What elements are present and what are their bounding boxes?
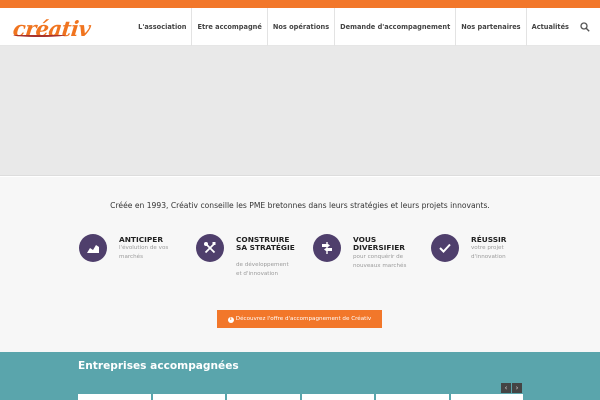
discover-offer-button[interactable]: i Découvrez l'offre d'accompagnement de C… bbox=[217, 310, 382, 328]
company-card[interactable] bbox=[152, 394, 225, 400]
company-card[interactable] bbox=[227, 394, 300, 400]
feature-diversifier: VOUS DIVERSIFIER pour conquérir de nouve… bbox=[313, 234, 428, 294]
nav-item-nos-partenaires[interactable]: Nos partenaires bbox=[455, 8, 525, 46]
company-carousel bbox=[78, 394, 523, 400]
carousel-next-button[interactable]: › bbox=[512, 383, 522, 393]
feature-title: VOUS DIVERSIFIER bbox=[353, 235, 405, 253]
logo-swoosh bbox=[13, 33, 66, 37]
site-logo[interactable]: créativ bbox=[12, 16, 92, 41]
intro-section: Créée en 1993, Créativ conseille les PME… bbox=[0, 177, 600, 352]
check-icon bbox=[431, 234, 459, 262]
search-icon[interactable] bbox=[580, 22, 590, 32]
cta-label: Découvrez l'offre d'accompagnement de Cr… bbox=[235, 316, 372, 322]
chart-icon bbox=[79, 234, 107, 262]
feature-desc: l'évolution de vos marchés bbox=[119, 245, 169, 261]
feature-construire: CONSTRUIRE SA STRATÉGIE de développement… bbox=[196, 234, 311, 294]
companies-section: Entreprises accompagnées ‹ › bbox=[0, 352, 600, 400]
nav-item-etre-accompagne[interactable]: Etre accompagné bbox=[191, 8, 266, 46]
feature-desc: votre projet d'innovation bbox=[471, 245, 506, 261]
signpost-icon bbox=[313, 234, 341, 262]
main-nav: L'association Etre accompagné Nos opérat… bbox=[133, 8, 574, 46]
hero-banner bbox=[0, 46, 600, 176]
intro-text: Créée en 1993, Créativ conseille les PME… bbox=[110, 201, 490, 210]
feature-reussir: RÉUSSIR votre projet d'innovation bbox=[431, 234, 546, 294]
feature-desc: de développement et d'innovation bbox=[236, 262, 289, 278]
tools-icon bbox=[196, 234, 224, 262]
company-card[interactable] bbox=[376, 394, 449, 400]
feature-anticiper: ANTICIPER l'évolution de vos marchés bbox=[79, 234, 194, 294]
feature-desc: pour conquérir de nouveaux marchés bbox=[353, 254, 407, 270]
nav-item-actualites[interactable]: Actualités bbox=[525, 8, 574, 46]
top-accent-bar bbox=[0, 0, 600, 8]
companies-title: Entreprises accompagnées bbox=[78, 360, 239, 372]
feature-title: CONSTRUIRE SA STRATÉGIE bbox=[236, 235, 295, 253]
company-card[interactable] bbox=[450, 394, 523, 400]
company-card[interactable] bbox=[301, 394, 374, 400]
logo-text: créativ bbox=[11, 16, 92, 41]
company-card[interactable] bbox=[78, 394, 151, 400]
nav-item-nos-operations[interactable]: Nos opérations bbox=[266, 8, 334, 46]
nav-item-demande-accompagnement[interactable]: Demande d'accompagnement bbox=[334, 8, 455, 46]
info-icon: i bbox=[227, 317, 234, 323]
nav-item-association[interactable]: L'association bbox=[133, 8, 191, 46]
carousel-prev-button[interactable]: ‹ bbox=[501, 383, 511, 393]
site-header: créativ L'association Etre accompagné No… bbox=[0, 8, 600, 46]
